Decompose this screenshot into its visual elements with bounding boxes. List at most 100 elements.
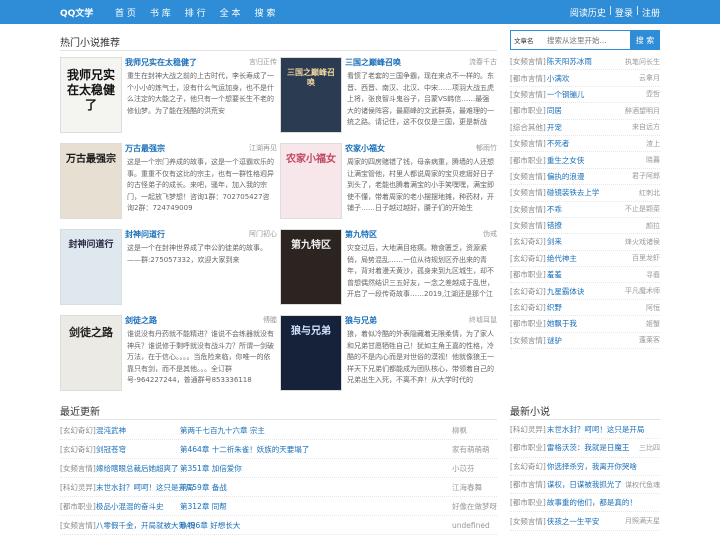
genre-label[interactable]: [科幻灵异] [510,424,546,435]
genre-label[interactable]: [玄幻奇幻] [510,253,546,264]
genre-label[interactable]: [女频言情] [510,171,546,182]
nav-complete[interactable]: 全 本 [220,6,241,19]
nav-library[interactable]: 书 库 [150,6,171,19]
genre-label[interactable]: [都市职业] [510,269,546,280]
novel-link[interactable]: 极品小混混的奋斗史 [96,501,180,512]
book-card[interactable]: 狼与兄弟 狼与兄弟 终墟耳鼠 狼，着似冷酷的外表隐藏着无限柔情，为了家人和兄弟甘愿牺牲… [280,315,497,393]
register-link[interactable]: 注册 [642,6,660,19]
genre-label[interactable]: [女频言情] [60,463,96,474]
novel-link[interactable]: 混沌武神 [96,425,180,436]
book-cover[interactable]: 剑徒之路 [60,315,122,391]
novel-link[interactable]: 你选择杀穷，我离开你哭啥 [547,461,660,472]
novel-link[interactable]: 小满欢 [547,73,639,84]
novel-link[interactable]: 剑来 [547,236,625,247]
novel-link[interactable]: 八零假千金，开局就被大第496章 好想长大 [96,520,240,531]
book-card[interactable]: 三国之巅峰召唤 三国之巅峰召唤 流春千古 看惯了老套的三国争霸，现在来点不一样的。东晋… [280,57,497,135]
novel-link[interactable]: 不乖 [547,204,625,215]
chapter-link[interactable]: 第159章 备战 [180,482,452,493]
book-card[interactable]: 封神问道行 封神问道行 阿门初心 这是一个在封神世界成了申公豹徒弟的故事。——群:27… [60,229,277,307]
novel-link[interactable]: 她飘于我 [547,318,646,329]
chapter-link[interactable]: 玖祝 [180,520,452,531]
novel-link[interactable]: 剑冠苍穹 [96,444,180,455]
genre-label[interactable]: [玄幻奇幻] [60,444,96,455]
nav-home[interactable]: 首 页 [115,6,136,19]
novel-link[interactable]: 雷格沃茨：我就是日魔王 [547,442,639,453]
genre-label[interactable]: [都市职业] [510,318,546,329]
nav-search[interactable]: 搜 索 [255,6,276,19]
novel-link[interactable]: 同居 [547,105,625,116]
book-cover[interactable]: 我师兄实在太稳健了 [60,57,122,133]
book-card[interactable]: 我师兄实在太稳健了 我师兄实在太稳健了 言归正传 重生在封神大战之前的上古时代，李长寿… [60,57,277,135]
novel-link[interactable]: 末世水封？呵呵！这只是开局 [547,424,660,435]
genre-label[interactable]: [玄幻奇幻] [60,425,96,436]
novel-link[interactable]: 重生之女侠 [547,155,646,166]
book-title[interactable]: 封神问道行 [125,229,165,240]
genre-label[interactable]: [女频言情] [510,187,546,198]
genre-label[interactable]: [玄幻奇幻] [510,236,546,247]
chapter-link[interactable]: 第464章 十二祈朱雀！妖族的天要塌了 [180,444,452,455]
novel-link[interactable]: 羞羞 [547,269,646,280]
novel-link[interactable]: 偏执的浪漫 [547,171,632,182]
novel-link[interactable]: 故事重的他们，都是真的！ [547,497,660,508]
book-title[interactable]: 第九特区 [345,229,377,240]
book-title[interactable]: 我师兄实在太稳健了 [125,57,197,68]
novel-link[interactable]: 不死者 [547,138,646,149]
genre-label[interactable]: [女频言情] [510,335,546,346]
login-link[interactable]: 登录 [615,6,633,19]
book-card[interactable]: 剑徒之路 剑徒之路 傅塍 谁说没有丹药就不能精进？谁说不会练器就没有神兵？谁说修于剩呼… [60,315,277,393]
book-title[interactable]: 剑徒之路 [125,315,157,326]
genre-label[interactable]: [都市言情] [510,73,546,84]
search-button[interactable]: 搜 索 [630,30,660,50]
book-cover[interactable]: 狼与兄弟 [280,315,342,391]
novel-link[interactable]: 碰镜装铁去上学 [547,187,639,198]
novel-link[interactable]: 织野 [547,302,646,313]
book-title[interactable]: 狼与兄弟 [345,315,377,326]
genre-label[interactable]: [都市职业] [60,501,96,512]
genre-label[interactable]: [都市职业] [510,497,546,508]
book-cover[interactable]: 封神问道行 [60,229,122,305]
novel-link[interactable]: 一个钢镚儿 [547,89,646,100]
book-cover[interactable]: 农家小福女 [280,143,342,219]
genre-label[interactable]: [科幻灵异] [60,482,96,493]
novel-link[interactable]: 开宠 [547,122,632,133]
chapter-link[interactable]: 第351章 加倍爱你 [180,463,452,474]
book-title[interactable]: 万古最强宗 [125,143,165,154]
chapter-link[interactable]: 第两千七百九十六章 宗主 [180,425,452,436]
genre-label[interactable]: [综合其他] [510,122,546,133]
novel-link[interactable]: 谋权，日谋被我抓光了 [547,479,625,490]
book-cover[interactable]: 三国之巅峰召唤 [280,57,342,133]
novel-link[interactable]: 侠孩之一生平安 [547,516,625,527]
genre-label[interactable]: [女频言情] [510,89,546,100]
genre-label[interactable]: [都市职业] [510,105,546,116]
novel-link[interactable]: 谜驴 [547,335,639,346]
book-cover[interactable]: 万古最强宗 [60,143,122,219]
book-title[interactable]: 三国之巅峰召唤 [345,57,401,68]
genre-label[interactable]: [女频言情] [510,56,546,67]
book-title[interactable]: 农家小福女 [345,143,385,154]
genre-label[interactable]: [都市言情] [510,479,546,490]
genre-label[interactable]: [玄幻奇幻] [510,286,546,297]
genre-label[interactable]: [都市职业] [510,442,546,453]
reading-history-link[interactable]: 阅读历史 [570,6,606,19]
genre-label[interactable]: [玄幻奇幻] [510,461,546,472]
novel-link[interactable]: 绝代神主 [547,253,632,264]
book-card[interactable]: 第九特区 第九特区 伪戒 灾变过后，大地满目疮痍。粮食匮乏，资源紧俏，局势混乱……一位… [280,229,497,307]
site-logo[interactable]: QQ文学 [60,6,93,19]
genre-label[interactable]: [玄幻奇幻] [510,302,546,313]
genre-label[interactable]: [女频言情] [510,516,546,527]
novel-link[interactable]: 陈天阳苏冰雨 [547,56,625,67]
search-type-select[interactable]: 文章名 [511,35,545,45]
book-card[interactable]: 农家小福女 农家小福女 郁雨竹 周家的四房赌错了钱，母亲病重，腾墙的人还想让满宝管他，… [280,143,497,221]
genre-label[interactable]: [女频言情] [510,138,546,149]
book-card[interactable]: 万古最强宗 万古最强宗 江湖再见 这是一个宗门养成的故事，这是一个逗霸欢乐的事。重重不… [60,143,277,221]
genre-label[interactable]: [女频言情] [510,220,546,231]
novel-link[interactable]: 嫁给瞎眼总裁后她超爽了 [96,463,180,474]
chapter-link[interactable]: 第312章 同帮 [180,501,452,512]
nav-ranking[interactable]: 排 行 [185,6,206,19]
book-cover[interactable]: 第九特区 [280,229,342,305]
genre-label[interactable]: [都市职业] [510,155,546,166]
novel-link[interactable]: 九星霸体诀 [547,286,625,297]
genre-label[interactable]: [女频言情] [510,204,546,215]
novel-link[interactable]: 错撩 [547,220,646,231]
search-input[interactable]: 搜索从这里开始... [545,35,630,46]
